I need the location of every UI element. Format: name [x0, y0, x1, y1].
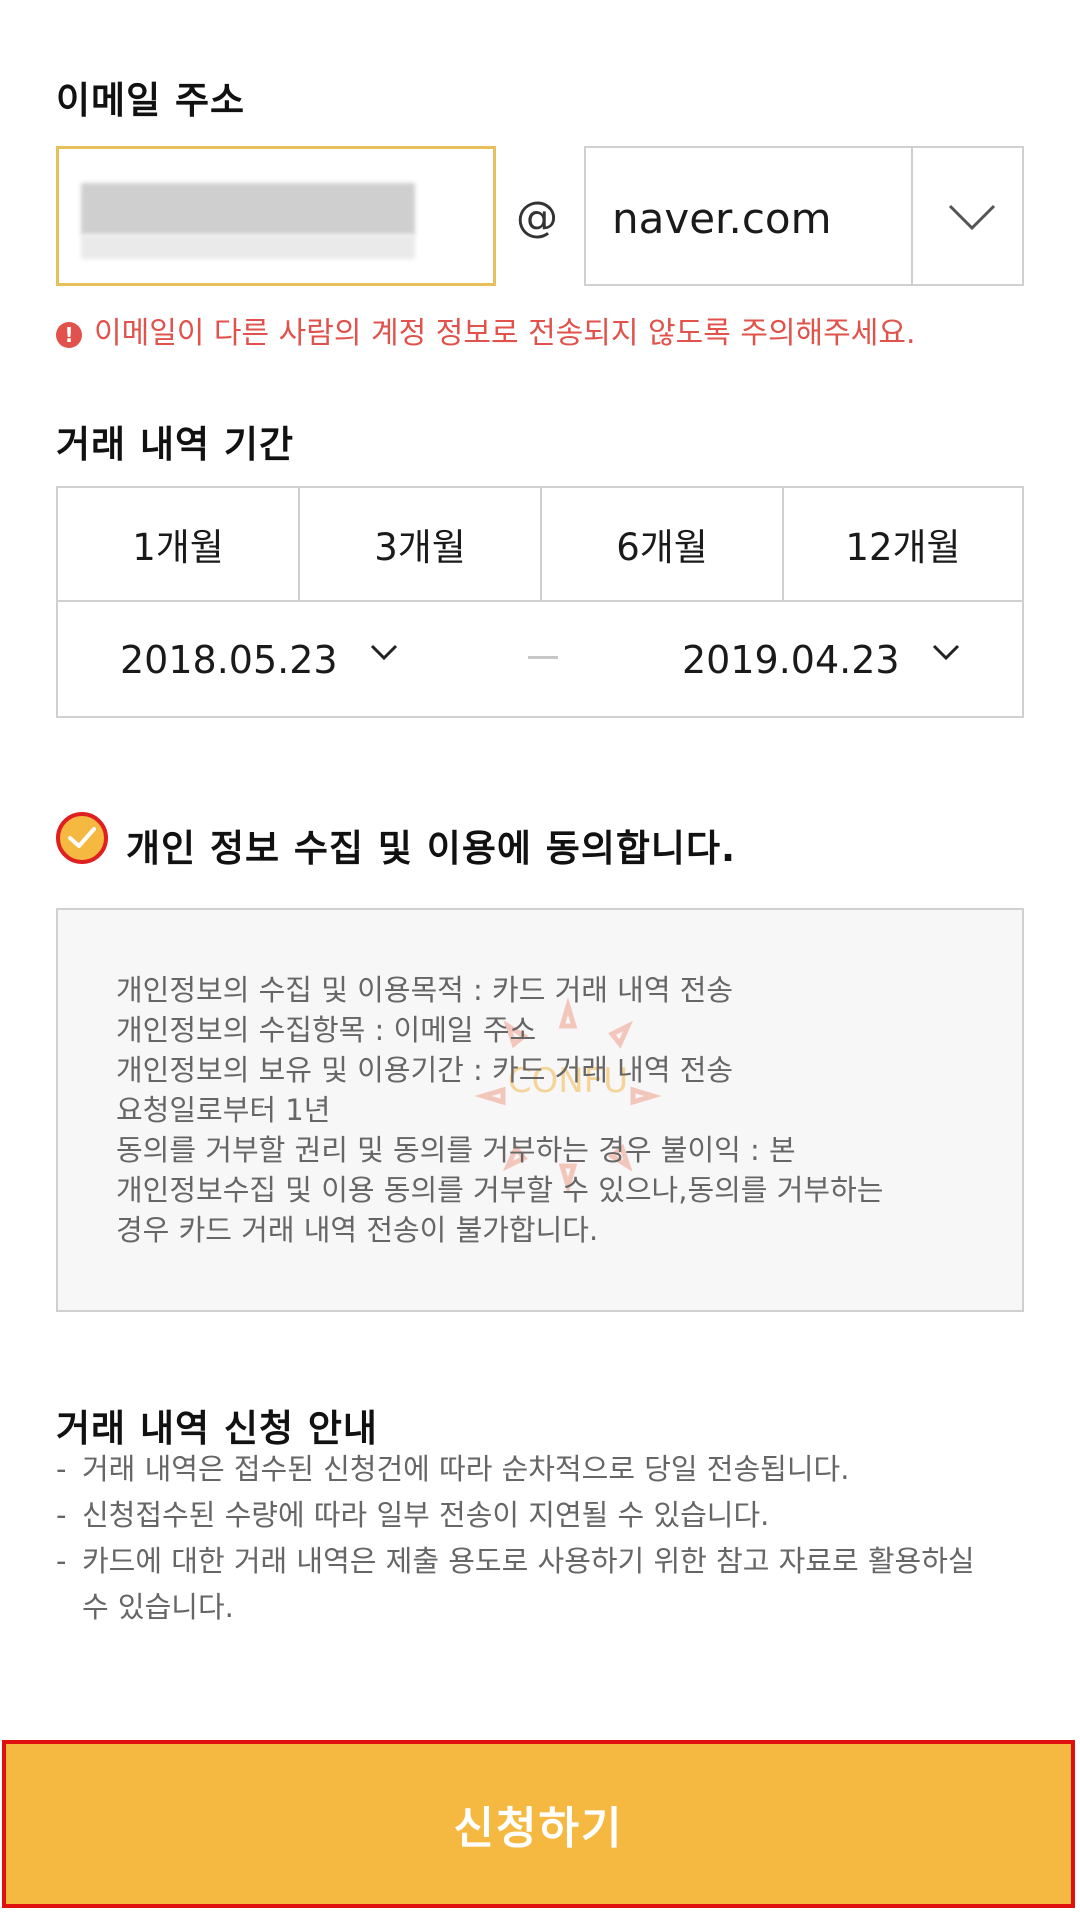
agree-checkbox[interactable] — [56, 812, 108, 864]
chevron-down-icon[interactable] — [942, 196, 1002, 236]
at-symbol: @ — [516, 192, 558, 241]
chevron-down-icon[interactable] — [368, 638, 400, 668]
period-option-3-months[interactable]: 3개월 — [300, 488, 540, 600]
email-domain-select[interactable]: naver.com — [584, 146, 1024, 286]
list-item: - 카드에 대한 거래 내역은 제출 용도로 사용하기 위한 참고 자료로 활용하… — [56, 1544, 975, 1624]
period-section-title: 거래 내역 기간 — [56, 423, 295, 466]
end-date-select[interactable]: 2019.04.23 — [682, 638, 900, 682]
guide-title: 거래 내역 신청 안내 — [56, 1407, 378, 1450]
checkmark-icon — [68, 827, 96, 848]
alert-icon: ! — [56, 321, 82, 348]
list-item: - 신청접수된 수량에 따라 일부 전송이 지연될 수 있습니다. — [56, 1498, 770, 1532]
submit-button[interactable]: 신청하기 — [2, 1740, 1075, 1908]
chevron-down-icon[interactable] — [930, 638, 962, 668]
privacy-terms-text: 개인정보의 수집 및 이용목적 : 카드 거래 내역 전송 개인정보의 수집항목… — [116, 973, 884, 1247]
guide-list: - 거래 내역은 접수된 신청건에 따라 순차적으로 당일 전송됩니다. - 신청접… — [56, 1446, 996, 1630]
domain-divider — [911, 148, 913, 284]
email-domain-value: naver.com — [612, 194, 832, 243]
privacy-terms-box: CONFU 개인정보의 수집 및 이용목적 : 카드 거래 내역 전송 개인정보… — [56, 908, 1024, 1312]
email-warning: ! 이메일이 다른 사람의 계정 정보로 전송되지 않도록 주의해주세요. — [56, 308, 916, 352]
start-date-select[interactable]: 2018.05.23 — [120, 638, 338, 682]
period-option-12-months[interactable]: 12개월 — [784, 488, 1022, 600]
date-range-dash — [528, 656, 558, 659]
email-section-title: 이메일 주소 — [56, 79, 246, 122]
period-row-divider — [58, 600, 1022, 602]
period-option-6-months[interactable]: 6개월 — [542, 488, 782, 600]
agree-label[interactable]: 개인 정보 수집 및 이용에 동의합니다. — [126, 818, 736, 872]
redacted-email-value — [81, 183, 415, 235]
period-option-1-month[interactable]: 1개월 — [58, 488, 298, 600]
email-warning-text: 이메일이 다른 사람의 계정 정보로 전송되지 않도록 주의해주세요. — [94, 316, 916, 351]
redacted-email-value-shadow — [81, 235, 415, 259]
period-selector: 1개월 3개월 6개월 12개월 2018.05.23 2019.04.23 — [56, 486, 1024, 718]
email-id-input[interactable] — [56, 146, 496, 286]
list-item: - 거래 내역은 접수된 신청건에 따라 순차적으로 당일 전송됩니다. — [56, 1452, 850, 1486]
